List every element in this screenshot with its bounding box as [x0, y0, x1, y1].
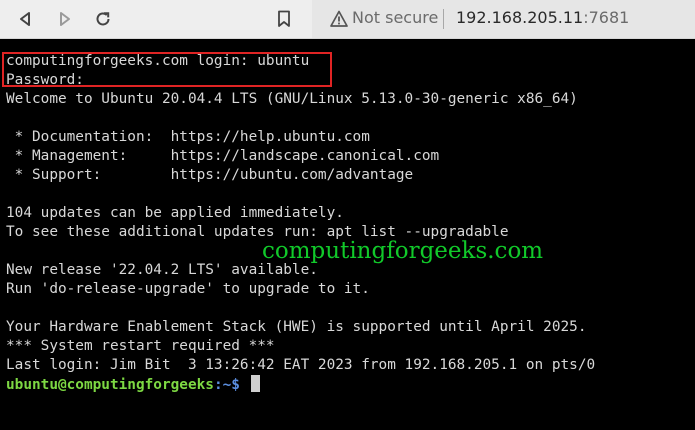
forward-icon [58, 11, 72, 27]
address-divider [443, 9, 444, 29]
url-port: :7681 [583, 8, 630, 27]
bookmark-icon [277, 10, 291, 28]
terminal-cursor [250, 375, 260, 392]
prompt-path: :~$ [213, 377, 249, 393]
back-button[interactable] [12, 6, 38, 32]
back-icon [18, 11, 32, 27]
reload-icon [94, 10, 112, 28]
watermark-text: computingforgeeks.com [262, 238, 544, 264]
terminal-line: 104 updates can be applied immediately. [6, 205, 344, 221]
terminal-line: * Management: https://landscape.canonica… [6, 148, 440, 164]
reload-button[interactable] [90, 6, 116, 32]
not-secure-label[interactable]: Not secure [352, 8, 438, 27]
terminal-line: Run 'do-release-upgrade' to upgrade to i… [6, 281, 370, 297]
terminal-line: computingforgeeks.com login: ubuntu [6, 53, 310, 69]
terminal-line: Welcome to Ubuntu 20.04.4 LTS (GNU/Linux… [6, 91, 578, 107]
forward-button[interactable] [52, 6, 78, 32]
terminal-line: Your Hardware Enablement Stack (HWE) is … [6, 319, 587, 335]
terminal-line: * Support: https://ubuntu.com/advantage [6, 167, 414, 183]
prompt-line[interactable]: ubuntu@computingforgeeks:~$ [6, 375, 260, 395]
browser-toolbar: Not secure 192.168.205.11:7681 [0, 0, 695, 39]
url-host: 192.168.205.11 [456, 8, 584, 27]
terminal-line: Last login: Jim Bit 3 13:26:42 EAT 2023 … [6, 357, 596, 373]
terminal-line: *** System restart required *** [6, 338, 275, 354]
terminal-window[interactable]: computingforgeeks.com login: ubuntu Pass… [0, 39, 695, 430]
warning-icon[interactable] [330, 10, 348, 28]
terminal-line: * Documentation: https://help.ubuntu.com [6, 129, 370, 145]
url-text[interactable]: 192.168.205.11:7681 [456, 8, 629, 27]
bookmark-button[interactable] [271, 6, 297, 32]
terminal-line: Password: [6, 72, 84, 88]
prompt-user: ubuntu@computingforgeeks [6, 377, 214, 393]
address-bar[interactable]: Not secure 192.168.205.11:7681 [312, 0, 695, 38]
